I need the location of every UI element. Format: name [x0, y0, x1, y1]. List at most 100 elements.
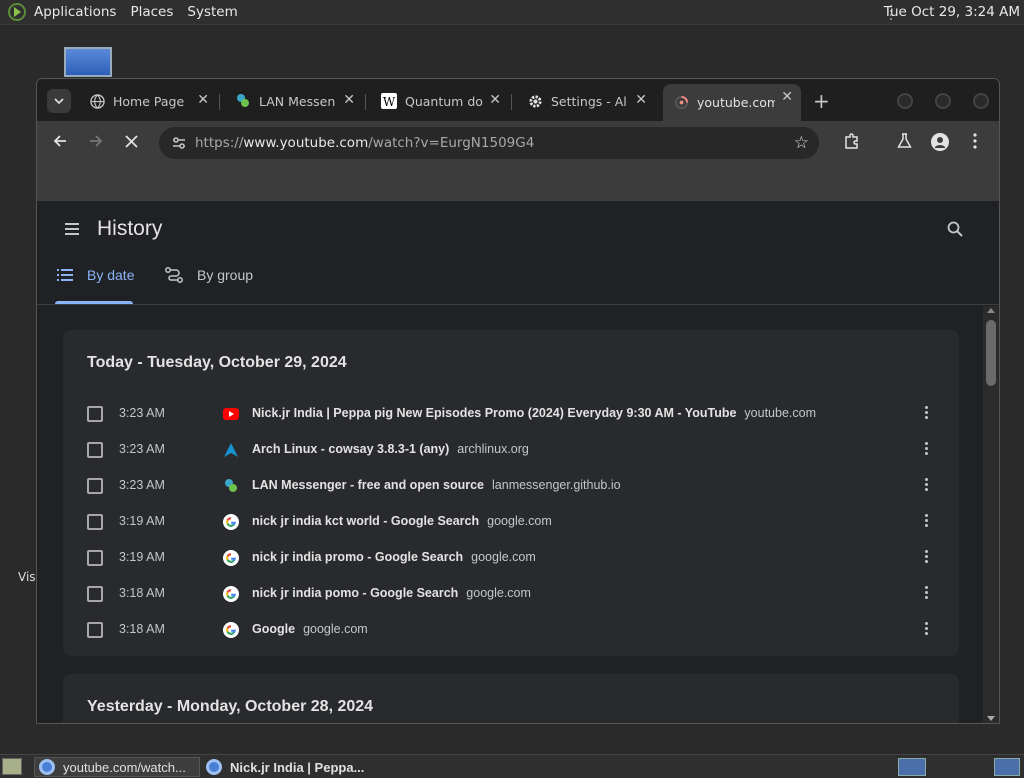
entry-link[interactable]: nick jr india kct world - Google Search g… — [252, 514, 552, 528]
entry-link[interactable]: nick jr india promo - Google Search googl… — [252, 550, 536, 564]
select-checkbox[interactable] — [87, 586, 103, 602]
tab-youtube-active[interactable]: youtube.com ✕ — [663, 84, 801, 121]
tab-settings[interactable]: Settings - Al ✕ — [517, 87, 655, 115]
history-day-card: Yesterday - Monday, October 28, 2024 — [63, 674, 959, 723]
chromium-icon — [206, 759, 222, 775]
scroll-down-arrow-icon[interactable] — [987, 716, 995, 721]
computer-desktop-icon[interactable] — [64, 47, 112, 77]
taskbar-item-youtube[interactable]: youtube.com/watch... — [34, 757, 200, 777]
system-menu[interactable]: System — [187, 4, 237, 20]
select-checkbox[interactable] — [87, 478, 103, 494]
entry-link[interactable]: Nick.jr India | Peppa pig New Episodes P… — [252, 406, 816, 420]
google-icon — [223, 622, 239, 638]
history-entry-row[interactable]: 3:23 AM LAN Messenger - free and open sou… — [63, 468, 959, 504]
history-day-card: Today - Tuesday, October 29, 2024 3:23 A… — [63, 330, 959, 656]
taskbar-item-label: youtube.com/watch... — [63, 759, 186, 775]
history-entry-row[interactable]: 3:18 AM nick jr india pomo - Google Searc… — [63, 576, 959, 612]
forward-arrow-icon[interactable] — [89, 133, 103, 153]
scrollbar-thumb[interactable] — [986, 320, 996, 386]
visit-time: 3:19 AM — [119, 550, 165, 564]
url-text[interactable]: https://www.youtube.com/watch?v=EurgN150… — [195, 135, 534, 151]
history-entry-row[interactable]: 3:23 AM Nick.jr India | Peppa pig New Epi… — [63, 396, 959, 432]
select-checkbox[interactable] — [87, 622, 103, 638]
workspace-switcher-icon[interactable] — [898, 758, 926, 776]
entry-link[interactable]: nick jr india pomo - Google Search google… — [252, 586, 531, 600]
extensions-puzzle-icon[interactable] — [843, 133, 860, 155]
entry-domain: google.com — [487, 514, 552, 528]
tab-divider — [219, 94, 220, 110]
new-tab-plus-icon[interactable]: + — [813, 89, 830, 113]
globe-icon — [89, 93, 105, 109]
page-scrollbar[interactable] — [983, 306, 999, 723]
tab-close-icon[interactable]: ✕ — [781, 89, 793, 105]
tab-home-page[interactable]: Home Page ✕ — [79, 87, 217, 115]
lan-messenger-icon — [235, 93, 251, 109]
entry-link[interactable]: LAN Messenger - free and open source lanm… — [252, 478, 621, 492]
more-actions-kebab-icon[interactable] — [925, 406, 929, 420]
tab-by-group-label: By group — [197, 267, 254, 283]
more-actions-kebab-icon[interactable] — [925, 622, 929, 636]
select-checkbox[interactable] — [87, 550, 103, 566]
profile-avatar-icon[interactable] — [931, 133, 949, 156]
back-arrow-icon[interactable] — [53, 133, 67, 153]
loading-icon — [673, 95, 689, 111]
url-host: www.youtube.com — [243, 135, 369, 151]
entry-title: nick jr india kct world - Google Search — [252, 514, 480, 528]
entry-domain: youtube.com — [744, 406, 816, 420]
entry-link[interactable]: Google google.com — [252, 622, 368, 636]
more-actions-kebab-icon[interactable] — [925, 442, 929, 456]
stop-loading-icon[interactable] — [125, 133, 138, 153]
applications-menu[interactable]: Applications — [34, 4, 116, 20]
select-checkbox[interactable] — [87, 514, 103, 530]
labs-flask-icon[interactable] — [897, 133, 912, 154]
tab-title: youtube.com — [697, 95, 775, 110]
clock[interactable]: Tue Oct 29, 3:24 AM — [884, 4, 1020, 20]
visit-time: 3:18 AM — [119, 622, 165, 636]
tab-by-date[interactable]: By date — [57, 267, 134, 283]
more-actions-kebab-icon[interactable] — [925, 514, 929, 528]
taskbar-item-label: Nick.jr India | Peppa... — [230, 759, 365, 775]
history-header: History By date By group — [37, 201, 999, 305]
visit-time: 3:18 AM — [119, 586, 165, 600]
more-actions-kebab-icon[interactable] — [925, 550, 929, 564]
places-menu[interactable]: Places — [130, 4, 173, 20]
minimize-window-button[interactable] — [897, 93, 913, 109]
tray-chromium-icon[interactable] — [994, 758, 1020, 776]
taskbar-item-nickjr[interactable]: Nick.jr India | Peppa... — [202, 757, 382, 777]
entry-domain: google.com — [466, 586, 531, 600]
more-actions-kebab-icon[interactable] — [925, 586, 929, 600]
show-desktop-icon[interactable] — [2, 758, 22, 775]
search-icon[interactable] — [947, 221, 963, 237]
tab-close-icon[interactable]: ✕ — [197, 92, 209, 108]
scroll-up-arrow-icon[interactable] — [987, 308, 995, 313]
bookmark-star-icon[interactable]: ☆ — [794, 133, 809, 153]
browser-menu-kebab-icon[interactable] — [973, 133, 977, 154]
arch-linux-icon — [223, 442, 239, 458]
hamburger-menu-icon[interactable] — [65, 223, 79, 235]
history-entry-row[interactable]: 3:19 AM nick jr india promo - Google Sear… — [63, 540, 959, 576]
tab-close-icon[interactable]: ✕ — [489, 92, 501, 108]
entry-link[interactable]: Arch Linux - cowsay 3.8.3-1 (any) archlin… — [252, 442, 529, 456]
tab-lan-messenger[interactable]: LAN Messen ✕ — [225, 87, 363, 115]
site-info-tune-icon[interactable] — [171, 135, 187, 151]
chromium-icon — [39, 759, 55, 775]
more-actions-kebab-icon[interactable] — [925, 478, 929, 492]
google-icon — [223, 514, 239, 530]
tab-search-button[interactable] — [47, 89, 71, 113]
visit-time: 3:23 AM — [119, 442, 165, 456]
entry-domain: google.com — [471, 550, 536, 564]
tab-close-icon[interactable]: ✕ — [343, 92, 355, 108]
address-bar[interactable]: https://www.youtube.com/watch?v=EurgN150… — [159, 127, 819, 159]
tab-close-icon[interactable]: ✕ — [635, 92, 647, 108]
history-entry-row[interactable]: 3:19 AM nick jr india kct world - Google … — [63, 504, 959, 540]
tab-by-group[interactable]: By group — [165, 267, 253, 283]
close-window-button[interactable] — [973, 93, 989, 109]
select-checkbox[interactable] — [87, 442, 103, 458]
history-entry-row[interactable]: 3:18 AM Google google.com — [63, 612, 959, 648]
distro-logo-icon[interactable] — [8, 3, 26, 21]
tab-by-date-label: By date — [87, 267, 135, 283]
tab-quantum-wikipedia[interactable]: W Quantum do ✕ — [371, 87, 509, 115]
maximize-window-button[interactable] — [935, 93, 951, 109]
history-entry-row[interactable]: 3:23 AM Arch Linux - cowsay 3.8.3-1 (any)… — [63, 432, 959, 468]
select-checkbox[interactable] — [87, 406, 103, 422]
